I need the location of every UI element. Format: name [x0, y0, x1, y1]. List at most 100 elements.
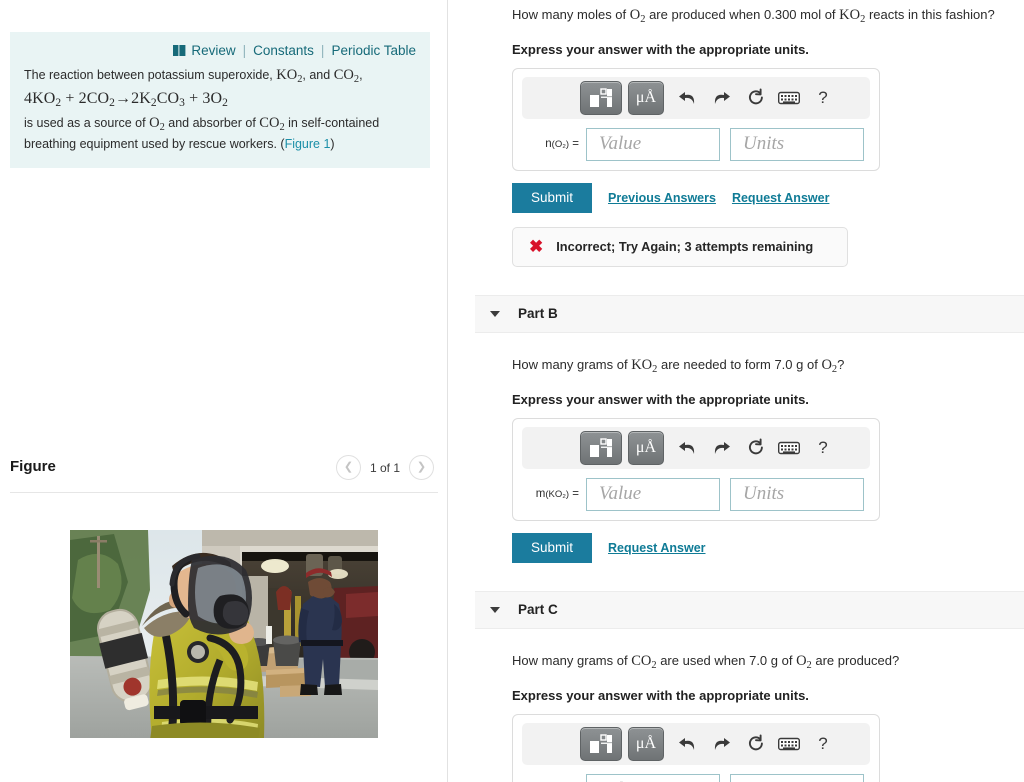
part-a-request-answer-link[interactable]: Request Answer	[732, 191, 829, 205]
reset-circle-icon[interactable]	[738, 729, 772, 759]
formula-o2-q-b: O2	[821, 356, 838, 375]
part-a-units-instruction: Express your answer with the appropriate…	[512, 41, 809, 57]
part-b-units-input[interactable]: Units	[730, 477, 864, 511]
formula-o2-q-c: O2	[796, 652, 812, 671]
units-mu-angstrom-icon[interactable]: μÅ	[628, 726, 664, 761]
help-icon[interactable]: ?	[806, 83, 840, 113]
statement-line-3-post: in self-contained	[284, 115, 380, 130]
statement-line-4: breathing equipment used by rescue worke…	[24, 136, 416, 154]
statement-line-1-pre: The reaction between potassium superoxid…	[24, 68, 277, 82]
part-a-answer-box: μÅ ? n(O₂) = Value Units	[512, 67, 880, 171]
math-template-icon[interactable]	[580, 80, 622, 115]
part-c-answer-box: μÅ ?	[512, 713, 880, 782]
figure-image[interactable]	[70, 530, 378, 738]
figure-title: Figure	[10, 458, 56, 475]
caret-down-icon[interactable]	[490, 310, 500, 317]
problem-info-box: Review | Constants | Periodic Table The reac…	[10, 32, 430, 168]
statement-line-1-mid: , and	[302, 68, 334, 82]
part-c-units-input[interactable]: Units	[730, 773, 864, 782]
link-separator-1: |	[242, 43, 247, 58]
figure-1-link[interactable]: Figure 1	[285, 137, 331, 151]
help-icon[interactable]: ?	[806, 433, 840, 463]
part-c-header[interactable]: Part C	[475, 590, 1024, 629]
formula-ko2-a: KO2	[276, 67, 303, 85]
problem-statement: The reaction between potassium superoxid…	[24, 67, 416, 154]
constants-link[interactable]: Constants	[253, 43, 314, 58]
part-a-alert-text: Incorrect; Try Again; 3 attempts remaini…	[556, 239, 814, 255]
statement-line-4-pre: breathing equipment used by rescue worke…	[24, 137, 285, 152]
part-a-field-label: n(O₂) =	[545, 138, 579, 151]
figure-pager: ❮ 1 of 1 ❯	[335, 455, 434, 480]
figure-counter: 1 of 1	[369, 460, 400, 475]
statement-line-3-mid: and absorber of	[164, 115, 260, 130]
part-b-units-instruction: Express your answer with the appropriate…	[512, 391, 809, 407]
part-a-submit-button[interactable]: Submit	[512, 182, 593, 213]
resource-links: Review | Constants | Periodic Table	[24, 42, 416, 60]
formula-ko2-q-a: KO2	[839, 7, 866, 25]
redo-arrow-icon[interactable]	[704, 433, 738, 463]
caret-down-icon[interactable]	[490, 606, 500, 613]
redo-arrow-icon[interactable]	[704, 729, 738, 759]
formula-ko2-q-b: KO2	[631, 356, 658, 375]
keyboard-icon[interactable]	[772, 83, 806, 113]
part-a-previous-answers-link[interactable]: Previous Answers	[608, 191, 716, 205]
chevron-left-icon[interactable]: ❮	[335, 455, 361, 480]
part-b-answer-box: μÅ ? m(KO₂) = Value Units	[512, 417, 880, 521]
part-b-field-label: m(KO₂) =	[535, 488, 579, 501]
redo-arrow-icon[interactable]	[704, 83, 738, 113]
part-c-units-instruction: Express your answer with the appropriate…	[512, 687, 809, 703]
part-b-request-answer-link[interactable]: Request Answer	[608, 541, 705, 555]
part-b-submit-button[interactable]: Submit	[512, 532, 593, 563]
part-a-units-input[interactable]: Units	[730, 127, 864, 161]
link-separator-2: |	[320, 43, 325, 58]
statement-line-3: is used as a source of O2 and absorber o…	[24, 115, 416, 136]
statement-line-3-pre: is used as a source of	[24, 115, 150, 130]
part-a-button-row: Submit Previous Answers Request Answer	[512, 182, 1024, 213]
balanced-equation: 4KO2 + 2CO2→2K2CO3 + 3O2	[24, 90, 228, 110]
part-b-question: How many grams of KO2 are needed to form…	[512, 356, 845, 375]
figure-header: Figure ❮ 1 of 1 ❯	[10, 455, 438, 493]
undo-arrow-icon[interactable]	[670, 83, 704, 113]
help-icon[interactable]: ?	[806, 729, 840, 759]
part-a-toolbar: μÅ ?	[522, 76, 870, 119]
periodic-table-link[interactable]: Periodic Table	[331, 43, 416, 58]
formula-o2-a: O2	[149, 114, 165, 133]
review-link[interactable]: Review	[191, 43, 235, 58]
keyboard-icon[interactable]	[772, 433, 806, 463]
mastering-chemistry-problem-page: Review | Constants | Periodic Table The reac…	[0, 0, 1024, 782]
part-b-title: Part B	[518, 306, 558, 322]
part-b-header[interactable]: Part B	[475, 294, 1024, 333]
reset-circle-icon[interactable]	[738, 83, 772, 113]
part-c-toolbar: μÅ ?	[522, 722, 870, 765]
left-problem-panel: Review | Constants | Periodic Table The reac…	[0, 0, 448, 782]
part-c-value-input[interactable]: Value	[586, 773, 720, 782]
part-c-question: How many grams of CO2 are used when 7.0 …	[512, 652, 900, 671]
formula-o2-q-a: O2	[629, 7, 646, 25]
undo-arrow-icon[interactable]	[670, 729, 704, 759]
keyboard-icon[interactable]	[772, 729, 806, 759]
units-mu-angstrom-icon[interactable]: μÅ	[628, 430, 664, 465]
statement-line-4-post: )	[330, 137, 335, 152]
right-answer-panel: How many moles of O2 are produced when 0…	[448, 0, 1024, 782]
book-icon	[173, 43, 186, 60]
part-a-question: How many moles of O2 are produced when 0…	[512, 7, 995, 25]
statement-line-1: The reaction between potassium superoxid…	[24, 67, 416, 88]
math-template-icon[interactable]	[580, 430, 622, 465]
part-a-field-row: n(O₂) = Value Units	[522, 127, 870, 161]
formula-co2-a: CO2	[333, 67, 360, 85]
reset-circle-icon[interactable]	[738, 433, 772, 463]
units-mu-angstrom-icon[interactable]: μÅ	[628, 80, 664, 115]
formula-co2-b: CO2	[259, 114, 285, 133]
part-c-field-row: m(CO₂) = Value Units	[522, 773, 870, 782]
part-a-value-input[interactable]: Value	[586, 127, 720, 161]
statement-line-1-post: ,	[359, 68, 363, 82]
part-b-field-row: m(KO₂) = Value Units	[522, 477, 870, 511]
math-template-icon[interactable]	[580, 726, 622, 761]
part-b-value-input[interactable]: Value	[586, 477, 720, 511]
part-b-toolbar: μÅ ?	[522, 426, 870, 469]
part-c-title: Part C	[518, 602, 558, 618]
part-a-incorrect-alert: ✖ Incorrect; Try Again; 3 attempts remai…	[512, 226, 848, 267]
part-b-button-row: Submit Request Answer	[512, 532, 1024, 563]
chevron-right-icon[interactable]: ❯	[409, 455, 434, 480]
undo-arrow-icon[interactable]	[670, 433, 704, 463]
